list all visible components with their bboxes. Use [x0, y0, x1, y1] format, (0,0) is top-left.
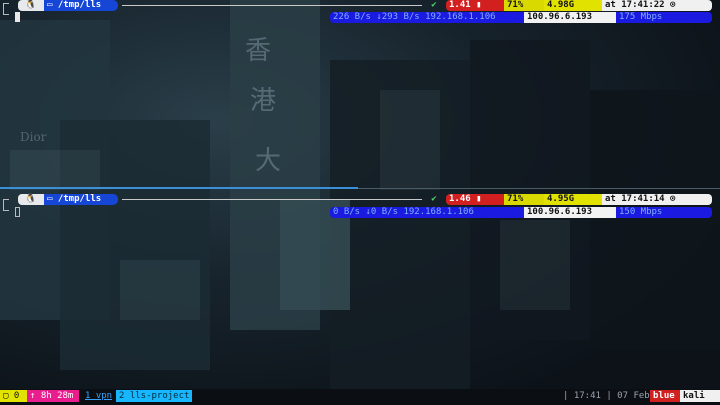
link-speed: 175 Mbps	[616, 12, 712, 23]
prompt-time: at 17:41:14 ⊙	[602, 194, 712, 205]
link-speed: 150 Mbps	[616, 207, 712, 218]
ram-usage: 71%	[504, 0, 544, 11]
prompt-time: at 17:41:22 ⊙	[602, 0, 712, 11]
status-clock: | 17:41 | 07 Feb	[563, 391, 650, 401]
text-cursor	[15, 207, 20, 217]
current-path: ▭ /tmp/lls	[44, 194, 118, 205]
prompt-line: 🐧 ▭ /tmp/lls ✔ 1.41 ▮ 71% 4.98G at 17:41…	[0, 0, 720, 15]
pane-divider-active[interactable]	[0, 187, 358, 189]
public-ip: 100.96.6.193	[524, 12, 616, 23]
prompt-separator	[122, 5, 422, 6]
status-ok-icon: ✔	[431, 0, 437, 10]
load-average: 1.41 ▮	[446, 0, 504, 11]
linux-penguin-icon: 🐧	[18, 0, 44, 11]
network-throughput: 0 B/s ↓0 B/s 192.168.1.106	[330, 207, 524, 218]
session-name: blue	[650, 390, 680, 402]
load-average: 1.46 ▮	[446, 194, 504, 205]
tab-lls-project[interactable]: 2 lls-project	[116, 390, 193, 402]
linux-penguin-icon: 🐧	[18, 194, 44, 205]
prompt-line-2: 226 B/s ↓293 B/s 192.168.1.106 100.96.6.…	[0, 12, 720, 23]
public-ip: 100.96.6.193	[524, 207, 616, 218]
status-ok-icon: ✔	[431, 194, 437, 204]
terminal-pane-bottom[interactable]: 🐧 ▭ /tmp/lls ✔ 1.46 ▮ 71% 4.95G at 17:41…	[0, 191, 720, 384]
prompt-separator	[122, 199, 422, 200]
network-throughput: 226 B/s ↓293 B/s 192.168.1.106	[330, 12, 524, 23]
uptime: ↑ 8h 28m	[27, 390, 79, 402]
tmux-status-bar: ▢ 0 ↑ 8h 28m 1 vpn 2 lls-project | 17:41…	[0, 389, 720, 405]
current-path: ▭ /tmp/lls	[44, 0, 118, 11]
ram-usage: 71%	[504, 194, 544, 205]
disk-usage: 4.98G	[544, 0, 602, 11]
window-count: ▢ 0	[0, 390, 27, 402]
text-cursor	[15, 12, 20, 22]
hostname: kali	[680, 390, 720, 402]
prompt-line: 🐧 ▭ /tmp/lls ✔ 1.46 ▮ 71% 4.95G at 17:41…	[0, 194, 720, 211]
pane-divider[interactable]	[358, 188, 720, 189]
disk-usage: 4.95G	[544, 194, 602, 205]
tab-vpn[interactable]: 1 vpn	[82, 390, 115, 402]
prompt-line-2: 0 B/s ↓0 B/s 192.168.1.106 100.96.6.193 …	[0, 207, 720, 218]
terminal-pane-top[interactable]: 🐧 ▭ /tmp/lls ✔ 1.41 ▮ 71% 4.98G at 17:41…	[0, 0, 720, 188]
